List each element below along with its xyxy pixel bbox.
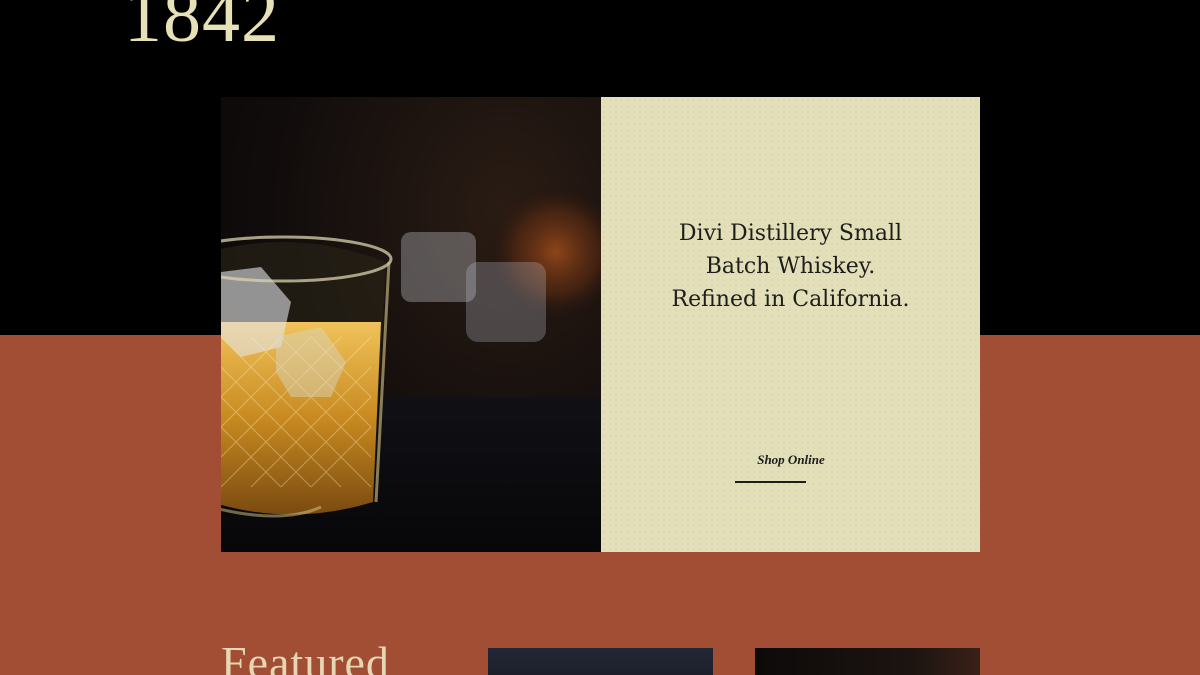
- year-heading: 1842: [124, 0, 280, 58]
- page: 1842 Divi Distillery Small Batch Whiskey…: [0, 0, 1200, 675]
- hero-headline: Divi Distillery Small Batch Whiskey. Ref…: [641, 217, 940, 316]
- featured-heading: Featured: [221, 637, 390, 675]
- hero-line-2: Batch Whiskey.: [705, 254, 876, 279]
- hero-line-1: Divi Distillery Small: [678, 221, 903, 246]
- whiskey-glass-illustration: [221, 182, 601, 552]
- shop-online-link[interactable]: Shop Online: [736, 452, 846, 468]
- hero-image: [221, 97, 601, 552]
- hero-card: Divi Distillery Small Batch Whiskey. Ref…: [601, 97, 980, 552]
- featured-product-image-2[interactable]: [755, 648, 980, 675]
- ice-cube-blur: [466, 262, 546, 342]
- featured-product-image-1[interactable]: [488, 648, 713, 675]
- hero-section: Divi Distillery Small Batch Whiskey. Ref…: [221, 97, 980, 552]
- hero-line-3: Refined in California.: [671, 287, 910, 312]
- ice-cube-blur: [401, 232, 476, 302]
- shop-online-underline: [735, 481, 806, 483]
